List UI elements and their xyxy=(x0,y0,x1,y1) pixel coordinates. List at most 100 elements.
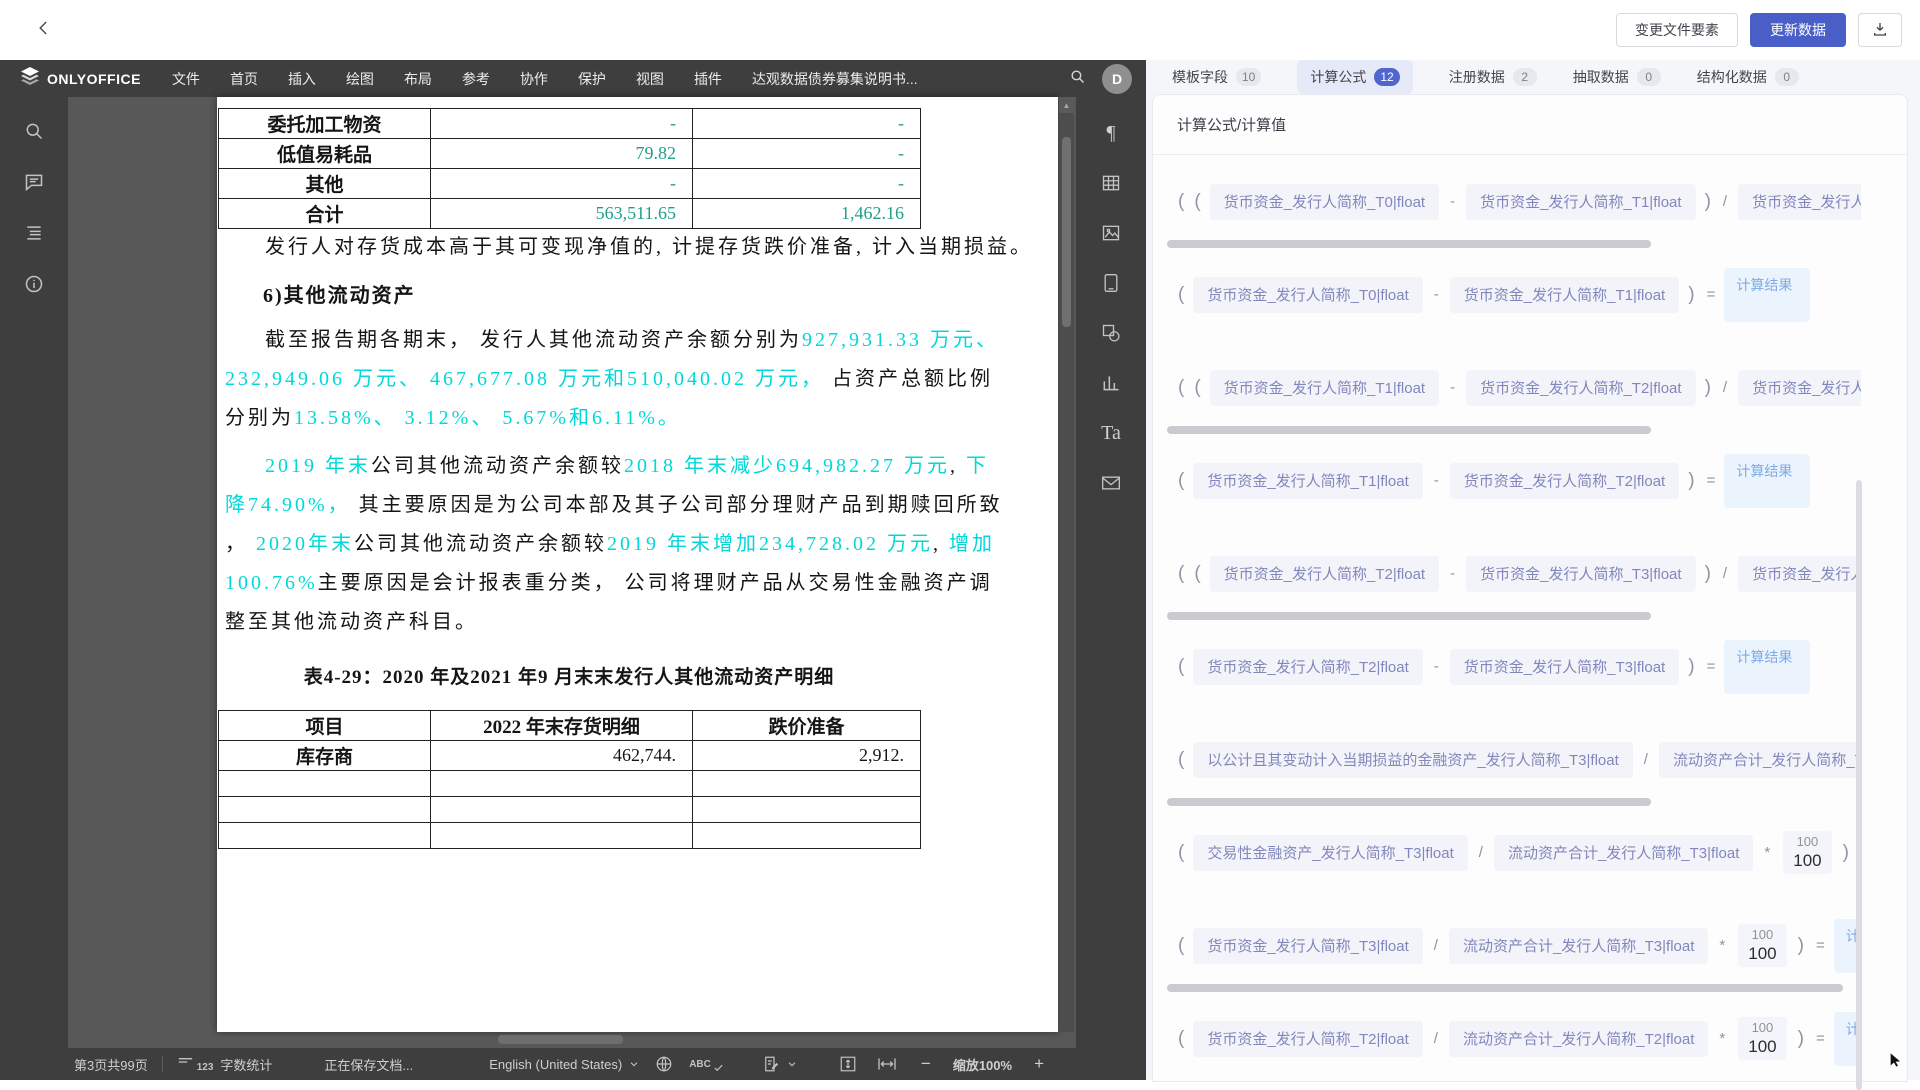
word-count-123-glyph: 123 xyxy=(197,1062,214,1073)
field-token-pill: 货币资金_发行人简称_T2|float xyxy=(1193,1021,1422,1057)
menu-search-button[interactable] xyxy=(1069,68,1086,90)
formula-row: (货币资金_发行人简称_T3|float/流动资产合计_发行人简称_T3|flo… xyxy=(1173,899,1861,992)
spellcheck-button[interactable]: ABC xyxy=(689,1055,724,1073)
menu-item[interactable]: 视图 xyxy=(621,60,679,97)
vertical-scroll-thumb[interactable] xyxy=(1062,137,1071,327)
paragraph-yearly-changes: 2019 年末公司其他流动资产余额较2018 年末减少694,982.27 万元… xyxy=(225,447,1025,642)
formula-row: (货币资金_发行人简称_T1|float-货币资金_发行人简称_T2|float… xyxy=(1173,434,1861,527)
table-value-cell xyxy=(431,771,693,797)
menu-item[interactable]: 达观数据债券募集说明书... xyxy=(737,60,933,97)
scroll-up-button[interactable]: ▲ xyxy=(1059,97,1074,113)
formula-row: ((货币资金_发行人简称_T1|float-货币资金_发行人简称_T2|floa… xyxy=(1173,341,1861,434)
back-button[interactable] xyxy=(30,16,58,44)
comments-icon[interactable] xyxy=(22,170,46,194)
tab-count-badge: 12 xyxy=(1374,68,1399,86)
operator: - xyxy=(1434,658,1439,675)
download-button[interactable] xyxy=(1858,13,1902,47)
tab-结构化数据[interactable]: 结构化数据0 xyxy=(1697,67,1799,87)
paragraph-marks-icon[interactable]: ¶ xyxy=(1099,121,1123,145)
spellcheck-check-icon xyxy=(713,1062,724,1073)
paren: ( xyxy=(1194,377,1200,399)
paren: ( xyxy=(1178,563,1184,585)
search-icon[interactable] xyxy=(22,119,46,143)
info-icon[interactable] xyxy=(22,272,46,296)
right-toolbar: ¶ Ta xyxy=(1076,97,1146,1048)
highlighted-text: 2020年末 xyxy=(256,533,354,555)
formula-horizontal-scrollbar[interactable] xyxy=(1167,798,1651,806)
field-token-pill: 货币资金_发行人简称_T2|float xyxy=(1193,649,1422,685)
formula-horizontal-scrollbar[interactable] xyxy=(1167,426,1651,434)
update-data-button[interactable]: 更新数据 xyxy=(1750,13,1846,47)
page-indicator[interactable]: 第3页共99页 xyxy=(74,1055,148,1074)
document-vertical-scrollbar[interactable]: ▲ xyxy=(1059,97,1074,1032)
tab-注册数据[interactable]: 注册数据2 xyxy=(1449,67,1537,87)
editor-region: ONLYOFFICE 文件首页插入绘图布局参考协作保护视图插件达观数据债券募集说… xyxy=(0,60,1146,1080)
user-avatar[interactable]: D xyxy=(1102,64,1132,94)
download-icon xyxy=(1872,21,1888,40)
image-icon[interactable] xyxy=(1099,221,1123,245)
fraction-token: 100100 xyxy=(1738,1017,1786,1061)
text-art-icon[interactable]: Ta xyxy=(1099,421,1123,445)
mail-merge-icon[interactable] xyxy=(1099,471,1123,495)
calc-result-box: 计算结果 xyxy=(1724,640,1810,694)
language-selector[interactable]: English (United States) xyxy=(489,1057,639,1072)
fit-page-button[interactable] xyxy=(839,1055,857,1073)
formula-card-header: 计算公式/计算值 xyxy=(1153,95,1907,155)
zoom-out-button[interactable]: − xyxy=(921,1054,931,1074)
table-value-cell xyxy=(693,797,921,823)
tab-抽取数据[interactable]: 抽取数据0 xyxy=(1573,67,1661,87)
menu-item[interactable]: 参考 xyxy=(447,60,505,97)
table-value-cell: 1,462.16 xyxy=(693,199,921,229)
formula-horizontal-scrollbar[interactable] xyxy=(1167,240,1651,248)
table-value-cell: - xyxy=(693,169,921,199)
tab-模板字段[interactable]: 模板字段10 xyxy=(1172,67,1261,87)
text-line: 100.76%主要原因是会计报表重分类， 公司将理财产品从交易性金融资产调 xyxy=(225,564,1025,603)
tab-计算公式[interactable]: 计算公式12 xyxy=(1297,60,1412,94)
document-page[interactable]: 委托加工物资--低值易耗品79.82-其他--合计563,511.651,462… xyxy=(217,97,1058,1032)
chart-icon[interactable] xyxy=(1099,371,1123,395)
menu-item[interactable]: 插件 xyxy=(679,60,737,97)
menu-item[interactable]: 保护 xyxy=(563,60,621,97)
menu-item[interactable]: 协作 xyxy=(505,60,563,97)
plain-text: 公司其他流动资产余额较 xyxy=(354,533,607,555)
formula-horizontal-scrollbar[interactable] xyxy=(1167,612,1651,620)
formula-row-block: (货币资金_发行人简称_T2|float-货币资金_发行人简称_T3|float… xyxy=(1173,620,1907,713)
header-actions: 变更文件要素 更新数据 xyxy=(1616,13,1902,47)
table-value-cell: 79.82 xyxy=(431,139,693,169)
word-count-button[interactable]: 123 字数统计 xyxy=(177,1055,273,1074)
table-value-cell xyxy=(431,823,693,849)
menu-item[interactable]: 插入 xyxy=(273,60,331,97)
menu-item[interactable]: 布局 xyxy=(389,60,447,97)
table-label-cell xyxy=(219,823,431,849)
field-token-pill: 流动资产合计_发行人简称_T3|float xyxy=(1659,742,1861,778)
menu-bar: ONLYOFFICE 文件首页插入绘图布局参考协作保护视图插件达观数据债券募集说… xyxy=(0,60,1146,97)
formula-row-block: (货币资金_发行人简称_T0|float-货币资金_发行人简称_T1|float… xyxy=(1173,248,1907,341)
fit-width-button[interactable] xyxy=(877,1056,897,1072)
shapes-icon[interactable] xyxy=(1099,321,1123,345)
text-line: 降74.90%， 其主要原因是为公司本部及其子公司部分理财产品到期赎回所致 xyxy=(225,486,1025,525)
panel-scroll-thumb[interactable] xyxy=(1856,480,1862,1090)
operator: = xyxy=(1707,658,1716,675)
text-line: 发行人对存货成本高于其可变现净值的, 计提存货跌价准备, 计入当期损益。 xyxy=(225,228,1025,267)
chevron-down-icon xyxy=(629,1057,639,1072)
document-horizontal-scrollbar[interactable] xyxy=(68,1035,1053,1044)
formula-row: ((货币资金_发行人简称_T0|float-货币资金_发行人简称_T1|floa… xyxy=(1173,155,1861,248)
zoom-in-button[interactable]: + xyxy=(1034,1054,1044,1074)
track-changes-button[interactable] xyxy=(762,1055,797,1073)
page-icon[interactable] xyxy=(1099,271,1123,295)
horizontal-scroll-thumb[interactable] xyxy=(498,1035,623,1044)
navigation-icon[interactable] xyxy=(22,221,46,245)
menu-item[interactable]: 文件 xyxy=(157,60,215,97)
formula-horizontal-scrollbar[interactable] xyxy=(1167,984,1843,992)
document-language-button[interactable] xyxy=(655,1055,673,1073)
paren: ( xyxy=(1178,470,1184,492)
menu-item[interactable]: 首页 xyxy=(215,60,273,97)
paren: ) xyxy=(1688,284,1694,306)
table-icon[interactable] xyxy=(1099,171,1123,195)
paren: ) xyxy=(1843,842,1849,864)
table-header-cell: 跌价准备 xyxy=(693,711,921,741)
field-token-pill: 以公计且其变动计入当期损益的金融资产_发行人简称_T3|float xyxy=(1193,742,1632,778)
highlighted-text: 927,931.33 万元、 xyxy=(802,329,999,351)
change-file-elements-button[interactable]: 变更文件要素 xyxy=(1616,13,1738,47)
menu-item[interactable]: 绘图 xyxy=(331,60,389,97)
